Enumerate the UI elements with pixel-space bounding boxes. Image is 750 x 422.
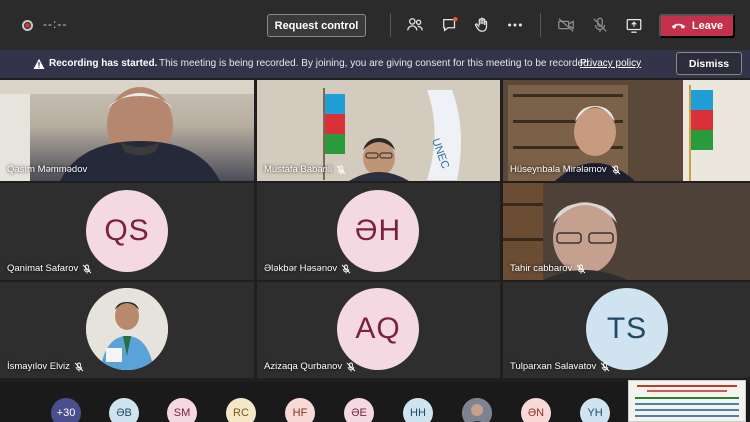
avatar-tile[interactable]: QS Qanimat Safarov (0, 183, 254, 280)
video-tile[interactable]: UNEC Mustafa Babanli (257, 80, 500, 181)
participant-name: Qasım Məmmədov (7, 164, 88, 175)
participant-name: Azizaqa Qurbanov (264, 361, 356, 372)
leave-label: Leave (691, 20, 724, 32)
strip-avatar[interactable]: ƏE (344, 398, 374, 422)
participant-name: Tulparxan Salavatov (510, 361, 610, 372)
strip-avatar[interactable]: YH (580, 398, 610, 422)
privacy-policy-link[interactable]: Privacy policy (580, 58, 641, 69)
avatar-tile[interactable]: ƏH Ələkbər Həsənov (257, 183, 500, 280)
toolbar-divider (390, 13, 391, 37)
mic-off-icon (341, 264, 351, 273)
mic-off-icon (576, 264, 586, 273)
mic-off-icon (74, 362, 84, 371)
participant-photo-avatar (86, 288, 168, 370)
participant-name: Ələkbər Həsənov (264, 263, 351, 274)
dismiss-button[interactable]: Dismiss (676, 52, 742, 75)
request-control-button[interactable]: Request control (267, 14, 366, 37)
meeting-timer: --:-- (43, 17, 68, 31)
participant-avatar: TS (586, 288, 668, 370)
participant-name: Tahir cabbarov (510, 263, 586, 274)
participant-avatar: QS (86, 190, 168, 272)
phone-hangup-icon (671, 23, 686, 29)
avatar-tile[interactable]: AQ Azizaqa Qurbanov (257, 282, 500, 378)
participant-avatar: ƏH (337, 190, 419, 272)
recording-indicator-icon (22, 20, 33, 31)
share-icon[interactable] (624, 15, 644, 35)
avatar-tile[interactable]: İsmayılov Elviz (0, 282, 254, 378)
shared-content-thumbnail[interactable] (628, 380, 746, 422)
more-icon[interactable] (505, 15, 525, 35)
chat-icon[interactable] (440, 15, 460, 35)
participant-name: Hüseynbala Mirələmov (510, 164, 621, 175)
people-icon[interactable] (405, 15, 425, 35)
toolbar-divider (540, 13, 541, 37)
strip-avatar[interactable]: HH (403, 398, 433, 422)
mic-off-icon[interactable] (590, 15, 610, 35)
banner-message: This meeting is being recorded. By joini… (159, 58, 592, 69)
recording-banner: Recording has started. This meeting is b… (0, 50, 750, 78)
strip-avatar[interactable]: RC (226, 398, 256, 422)
video-tile[interactable]: Hüseynbala Mirələmov (503, 80, 750, 181)
participant-name: Mustafa Babanli (264, 164, 346, 175)
mic-off-icon (346, 362, 356, 371)
warning-icon (33, 58, 45, 69)
video-tile[interactable]: Tahir cabbarov (503, 183, 750, 280)
participant-avatar: AQ (337, 288, 419, 370)
participant-name: Qanimat Safarov (7, 263, 92, 274)
strip-avatar[interactable]: ƏN (521, 398, 551, 422)
strip-avatar[interactable]: SM (167, 398, 197, 422)
banner-title: Recording has started. (49, 58, 158, 69)
more-participants-badge[interactable]: +30 (51, 398, 81, 422)
mic-off-icon (600, 362, 610, 371)
strip-photo-avatar[interactable] (462, 398, 492, 422)
participant-name: İsmayılov Elviz (7, 361, 84, 372)
avatar-tile[interactable]: TS Tulparxan Salavatov (503, 282, 750, 378)
raise-hand-icon[interactable] (472, 15, 492, 35)
leave-button[interactable]: Leave (659, 14, 735, 38)
video-tile[interactable]: Qasım Məmmədov (0, 80, 254, 181)
camera-off-icon[interactable] (556, 15, 576, 35)
strip-avatar[interactable]: ƏB (109, 398, 139, 422)
mic-off-icon (82, 264, 92, 273)
meeting-toolbar: --:-- Request control Leave (0, 0, 750, 50)
mic-off-icon (336, 165, 346, 174)
strip-avatar[interactable]: HF (285, 398, 315, 422)
mic-off-icon (611, 165, 620, 174)
